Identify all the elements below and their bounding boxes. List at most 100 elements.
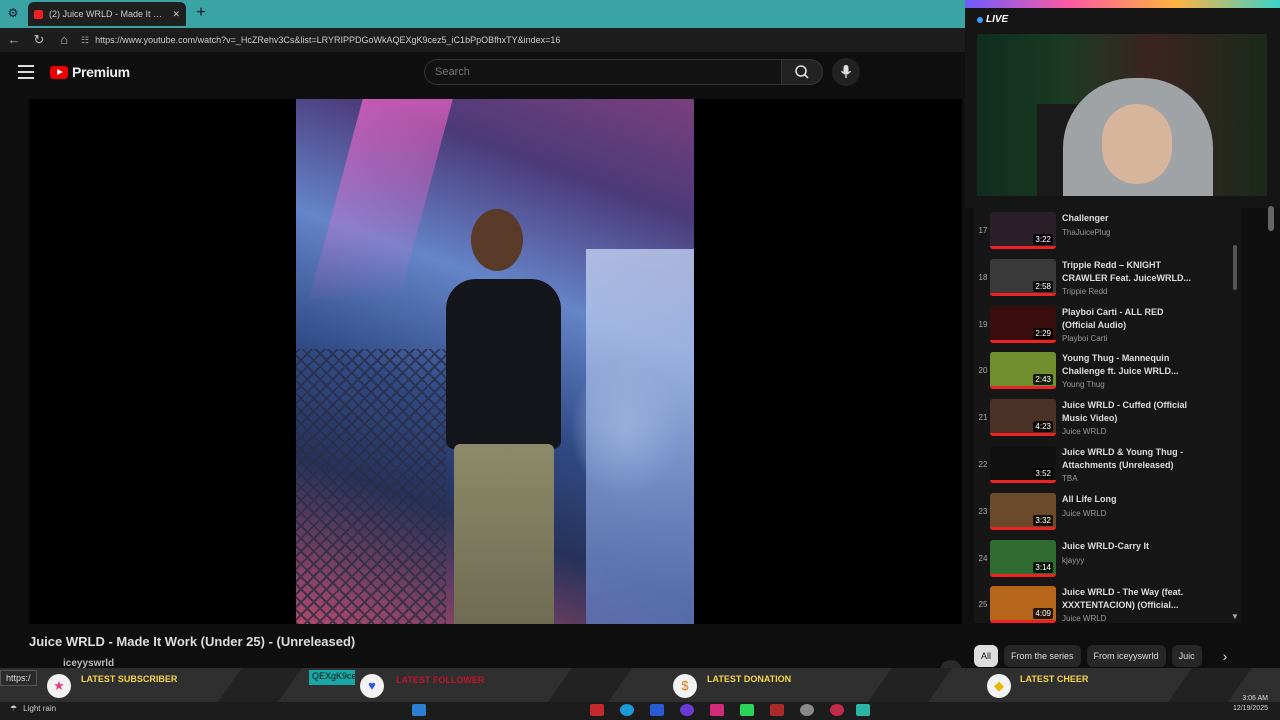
playlist-item-channel[interactable]: Playboi Carti <box>1062 334 1107 343</box>
live-indicator: LIVE <box>977 14 1008 25</box>
chip-all[interactable]: All <box>974 645 999 667</box>
home-icon[interactable]: ⌂ <box>53 29 75 51</box>
app-icon[interactable] <box>710 704 724 716</box>
playlist-item[interactable]: 20 2:43 Young Thug - Mannequin Challenge f… <box>974 350 1234 394</box>
playlist-item-duration: 2:58 <box>1033 280 1053 292</box>
site-info-icon[interactable]: ☷ <box>81 35 89 46</box>
playlist-item-title[interactable]: Trippie Redd – KNIGHT CRAWLER Feat. Juic… <box>1062 259 1197 285</box>
filter-chips: All From the series From iceyyswrld Juic <box>974 644 1240 668</box>
playlist-item[interactable]: 17 3:22 Challenger ThaJuicePlug <box>974 210 1234 254</box>
playlist-item-channel[interactable]: kjayyy <box>1062 556 1084 565</box>
playlist-item-duration: 3:22 <box>1033 234 1053 245</box>
playlist-item-title[interactable]: All Life Long <box>1062 493 1197 506</box>
youtube-premium-logo[interactable]: Premium <box>50 64 130 80</box>
dollar-icon: $ <box>673 674 697 698</box>
playlist-item-thumbnail[interactable]: 2:29 <box>990 305 1056 343</box>
playlist-item[interactable]: 22 3:52 Juice WRLD & Young Thug - Attachme… <box>974 444 1234 488</box>
heart-icon: ♥ <box>360 674 384 698</box>
logo-text: Premium <box>72 64 130 80</box>
playlist-item-title[interactable]: Juice WRLD - The Way (feat. XXXTENTACION… <box>1062 586 1197 612</box>
playlist-item[interactable]: 24 3:14 Juice WRLD-Carry It kjayyy <box>974 538 1234 582</box>
playlist-item-index: 19 <box>978 319 988 329</box>
watch-progress-bar <box>990 480 1056 483</box>
start-icon[interactable] <box>412 704 426 716</box>
search-input[interactable] <box>424 59 782 85</box>
playlist-item-channel[interactable]: Young Thug <box>1062 380 1105 389</box>
playlist-item-channel[interactable]: Juice WRLD <box>1062 509 1106 518</box>
back-icon[interactable]: ← <box>3 29 25 51</box>
playlist-item-title[interactable]: Young Thug - Mannequin Challenge ft. Jui… <box>1062 352 1197 378</box>
playlist-item-duration: 4:09 <box>1033 608 1053 620</box>
chip-juice[interactable]: Juic <box>1171 645 1202 667</box>
clock-time: 3:06 AM <box>1242 695 1268 702</box>
url-field[interactable]: ☷ https://www.youtube.com/watch?v=_HcZRe… <box>81 35 560 46</box>
weather-widget[interactable]: ☂ Light rain <box>10 704 56 713</box>
chip-from-the-series[interactable]: From the series <box>1004 645 1081 667</box>
playlist-item[interactable]: 25 4:09 Juice WRLD - The Way (feat. XXXTEN… <box>974 584 1234 623</box>
reload-icon[interactable]: ↻ <box>28 29 50 51</box>
playlist-item-thumbnail[interactable]: 2:43 <box>990 352 1056 390</box>
chevron-right-icon[interactable]: › <box>1218 648 1232 664</box>
app-icon[interactable] <box>680 704 694 716</box>
system-clock[interactable]: 3:06 AM 12/19/2025 <box>1222 694 1268 714</box>
hamburger-menu-icon[interactable] <box>18 65 34 79</box>
playlist-item-title[interactable]: Juice WRLD-Carry It <box>1062 540 1197 553</box>
playlist-item-index: 25 <box>978 600 988 610</box>
playlist-item-channel[interactable]: Trippie Redd <box>1062 287 1108 296</box>
playlist-item-channel[interactable]: Juice WRLD <box>1062 614 1106 623</box>
search-button[interactable] <box>781 59 823 85</box>
playlist-item[interactable]: 19 2:29 Playboi Carti - ALL RED (Official … <box>974 304 1234 348</box>
app-icon[interactable] <box>800 704 814 716</box>
browser-icon[interactable] <box>620 704 634 716</box>
youtube-logo-icon <box>50 65 68 79</box>
playlist-item-thumbnail[interactable]: 4:23 <box>990 399 1056 437</box>
playlist-item-thumbnail[interactable]: 3:14 <box>990 539 1056 577</box>
playlist-scrollbar[interactable] <box>1233 245 1237 290</box>
window-menu-icon[interactable]: ⚙ <box>6 6 20 20</box>
chip-from-channel[interactable]: From iceyyswrld <box>1086 645 1166 667</box>
playlist-item[interactable]: 18 2:58 Trippie Redd – KNIGHT CRAWLER Feat… <box>974 257 1234 301</box>
page-scrollbar[interactable] <box>1268 206 1274 231</box>
playlist-item-title[interactable]: Juice WRLD & Young Thug - Attachments (U… <box>1062 446 1197 472</box>
playlist-item-duration: 4:23 <box>1033 421 1053 433</box>
voice-search-button[interactable] <box>832 58 860 86</box>
playlist-item-index: 18 <box>978 272 988 282</box>
youtube-favicon-icon <box>34 9 43 19</box>
watch-progress-bar <box>990 433 1056 437</box>
playlist-item-title[interactable]: Juice WRLD - Cuffed (Official Music Vide… <box>1062 399 1197 425</box>
live-dot-icon <box>977 16 983 23</box>
webcam-feed <box>977 34 1267 196</box>
app-icon[interactable] <box>740 704 754 716</box>
playlist-item-thumbnail[interactable]: 3:22 <box>990 212 1056 249</box>
playlist-item-thumbnail[interactable]: 3:52 <box>990 446 1056 483</box>
playlist-item-duration: 3:32 <box>1033 514 1053 526</box>
app-icon[interactable] <box>856 704 870 716</box>
browser-tab[interactable]: (2) Juice WRLD - Made It Work (U... ✕ <box>28 2 186 26</box>
playlist-item-thumbnail[interactable]: 2:58 <box>990 258 1056 296</box>
scroll-down-icon[interactable]: ▼ <box>1231 612 1239 621</box>
playlist-item-thumbnail[interactable]: 4:09 <box>990 586 1056 623</box>
close-tab-icon[interactable]: ✕ <box>172 9 180 20</box>
playlist-item-title[interactable]: Playboi Carti - ALL RED (Official Audio) <box>1062 306 1197 332</box>
app-icon[interactable] <box>830 704 844 716</box>
link-status-tooltip: https:/ <box>0 670 37 686</box>
playlist-item-title[interactable]: Challenger <box>1062 212 1197 225</box>
playlist-item-index: 23 <box>978 506 988 516</box>
new-tab-button[interactable]: + <box>192 4 210 22</box>
playlist-item-channel[interactable]: Juice WRLD <box>1062 427 1106 436</box>
playlist-item-duration: 2:43 <box>1033 374 1053 386</box>
app-icon[interactable] <box>650 704 664 716</box>
playlist-item-channel[interactable]: TBA <box>1062 474 1078 483</box>
overlay-color-strip <box>965 0 1280 8</box>
playlist-item-thumbnail[interactable]: 3:32 <box>990 492 1056 530</box>
diamond-icon: ◆ <box>987 674 1011 698</box>
live-label: LIVE <box>986 14 1009 25</box>
playlist-item[interactable]: 21 4:23 Juice WRLD - Cuffed (Official Musi… <box>974 397 1234 441</box>
microphone-icon <box>840 65 852 78</box>
app-icon[interactable] <box>590 704 604 716</box>
playlist-item[interactable]: 23 3:32 All Life Long Juice WRLD <box>974 491 1234 535</box>
video-frame-image <box>296 99 694 624</box>
app-icon[interactable] <box>770 704 784 716</box>
playlist-item-index: 22 <box>978 460 988 469</box>
playlist-item-channel[interactable]: ThaJuicePlug <box>1062 228 1110 237</box>
